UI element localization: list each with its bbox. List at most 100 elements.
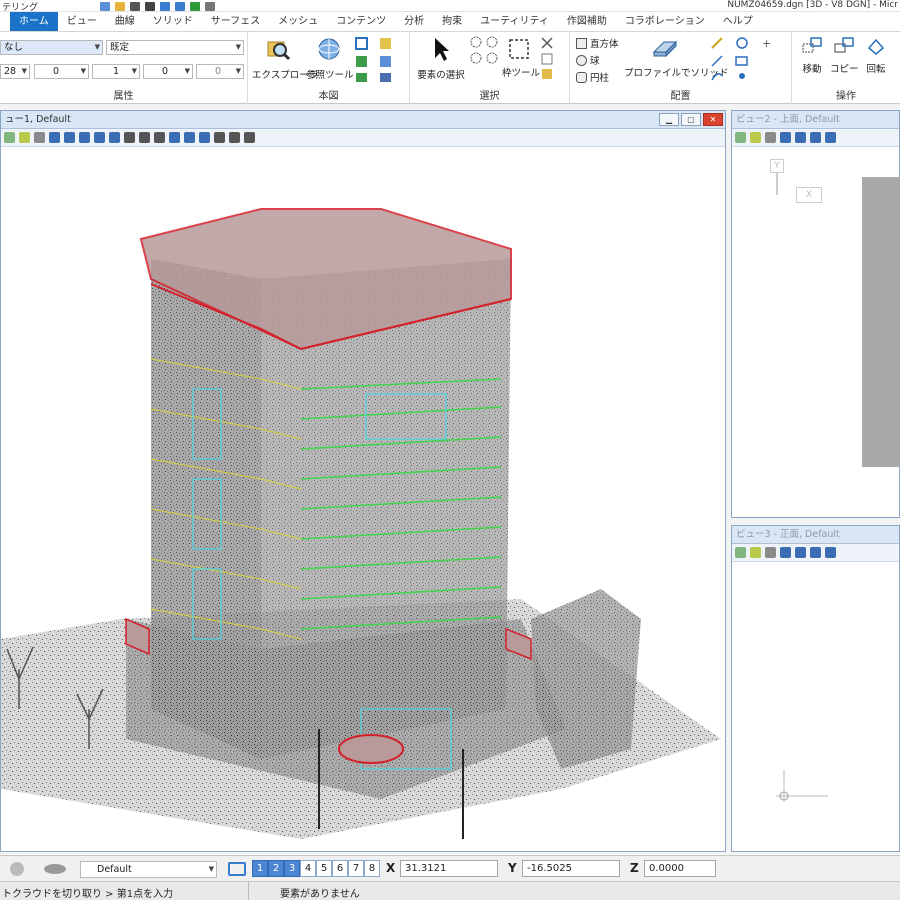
tab-constraints[interactable]: 拘束 bbox=[433, 12, 471, 31]
zoom-in-icon[interactable] bbox=[49, 132, 60, 143]
settings-icon[interactable] bbox=[205, 1, 215, 11]
tab-utilities[interactable]: ユーティリティ bbox=[471, 12, 558, 31]
fence-tool-button[interactable]: 枠ツール bbox=[502, 38, 540, 79]
tab-analyze[interactable]: 分析 bbox=[395, 12, 433, 31]
navigation-circle-icon[interactable] bbox=[10, 862, 24, 876]
clip-mask-icon[interactable] bbox=[199, 132, 210, 143]
profile-solid-button[interactable]: プロファイルでソリッド bbox=[624, 36, 729, 79]
view-3-window[interactable]: ビュー3 - 正面, Default bbox=[731, 525, 900, 852]
y-coordinate-field[interactable]: -16.5025 bbox=[522, 860, 620, 877]
save-icon[interactable] bbox=[130, 1, 140, 11]
linestyle-dropdown[interactable]: 0 ▼ bbox=[34, 64, 89, 79]
display-icon[interactable] bbox=[244, 132, 255, 143]
view-toggle-1[interactable]: 1 bbox=[252, 860, 268, 877]
view-toggle-8[interactable]: 8 bbox=[364, 860, 380, 877]
camera-icon[interactable] bbox=[169, 132, 180, 143]
element-selection-button[interactable]: 要素の選択 bbox=[414, 36, 468, 81]
view-toggle-2[interactable]: 2 bbox=[268, 860, 284, 877]
display-style-icon[interactable] bbox=[19, 132, 30, 143]
workflow-label[interactable]: テリング bbox=[0, 0, 100, 13]
tab-collaborate[interactable]: コラボレーション bbox=[616, 12, 714, 31]
tab-drawing-aids[interactable]: 作図補助 bbox=[558, 12, 616, 31]
view-1-title-bar[interactable]: ュー1, Default ▁ ▢ ✕ bbox=[1, 111, 725, 129]
saved-view-dropdown[interactable]: Default ▼ bbox=[80, 861, 217, 878]
clipboard-icons[interactable] bbox=[538, 34, 568, 82]
view-1-window[interactable]: ュー1, Default ▁ ▢ ✕ bbox=[0, 110, 726, 852]
references-button[interactable]: 参照ツール bbox=[306, 36, 354, 81]
view-groups-icon[interactable] bbox=[228, 862, 246, 876]
point-cloud-canvas[interactable] bbox=[1, 149, 725, 851]
tab-mesh[interactable]: メッシュ bbox=[269, 12, 327, 31]
redo-icon[interactable] bbox=[175, 1, 185, 11]
close-button[interactable]: ✕ bbox=[703, 113, 723, 126]
zoom-out-icon[interactable] bbox=[64, 132, 75, 143]
copy-button[interactable]: コピー bbox=[830, 36, 859, 75]
tab-home[interactable]: ホーム bbox=[10, 12, 58, 31]
update-view-icon[interactable] bbox=[765, 132, 776, 143]
cuboid-button[interactable]: 直方体 bbox=[576, 36, 619, 50]
transparency-field[interactable]: 0 ▼ bbox=[143, 64, 193, 79]
priority-field[interactable]: 0 ▼ bbox=[196, 64, 244, 79]
copy-view-icon[interactable] bbox=[214, 132, 225, 143]
window-area-icon[interactable] bbox=[810, 132, 821, 143]
primary-small-tools[interactable] bbox=[354, 36, 406, 84]
rotate-button[interactable]: 回転 bbox=[862, 36, 890, 75]
pan-view-icon[interactable] bbox=[124, 132, 135, 143]
lineweight-dropdown[interactable]: 1 ▼ bbox=[92, 64, 140, 79]
display-mode-icon[interactable] bbox=[44, 864, 66, 874]
view-2-title-bar[interactable]: ビュー2 - 上面, Default bbox=[732, 111, 899, 129]
tab-solids[interactable]: ソリッド bbox=[144, 12, 202, 31]
view-next-icon[interactable] bbox=[154, 132, 165, 143]
zoom-in-icon[interactable] bbox=[780, 547, 791, 558]
view-toggle-4[interactable]: 4 bbox=[300, 860, 316, 877]
view-attributes-icon[interactable] bbox=[735, 132, 746, 143]
tab-file[interactable] bbox=[0, 12, 10, 31]
view-previous-icon[interactable] bbox=[139, 132, 150, 143]
view-2-window[interactable]: ビュー2 - 上面, Default Y X bbox=[731, 110, 900, 518]
maximize-button[interactable]: ▢ bbox=[681, 113, 701, 126]
view-3-title-bar[interactable]: ビュー3 - 正面, Default bbox=[732, 526, 899, 544]
clip-volume-icon[interactable] bbox=[184, 132, 195, 143]
fit-view-icon[interactable] bbox=[825, 132, 836, 143]
undo-icon[interactable] bbox=[160, 1, 170, 11]
view-toggle-6[interactable]: 6 bbox=[332, 860, 348, 877]
update-view-icon[interactable] bbox=[765, 547, 776, 558]
zoom-out-icon[interactable] bbox=[795, 132, 806, 143]
view-toggle-3[interactable]: 3 bbox=[284, 860, 300, 877]
explorer-button[interactable]: エクスプローラ bbox=[252, 36, 318, 81]
minimize-button[interactable]: ▁ bbox=[659, 113, 679, 126]
color-dropdown[interactable]: 28 ▼ bbox=[0, 64, 30, 79]
z-coordinate-field[interactable]: 0.0000 bbox=[644, 860, 716, 877]
window-area-icon[interactable] bbox=[810, 547, 821, 558]
print-icon[interactable] bbox=[145, 1, 155, 11]
update-view-icon[interactable] bbox=[34, 132, 45, 143]
display-style-icon[interactable] bbox=[750, 132, 761, 143]
x-coordinate-field[interactable]: 31.3121 bbox=[400, 860, 498, 877]
tab-help[interactable]: ヘルプ bbox=[714, 12, 762, 31]
move-button[interactable]: 移動 bbox=[798, 36, 826, 75]
tab-view[interactable]: ビュー bbox=[58, 12, 106, 31]
sphere-button[interactable]: 球 bbox=[576, 53, 600, 67]
filter-icon[interactable] bbox=[229, 132, 240, 143]
fit-view-icon[interactable] bbox=[825, 547, 836, 558]
tab-surfaces[interactable]: サーフェス bbox=[202, 12, 269, 31]
zoom-out-icon[interactable] bbox=[795, 547, 806, 558]
tab-curves[interactable]: 曲線 bbox=[106, 12, 144, 31]
view-attributes-icon[interactable] bbox=[735, 547, 746, 558]
element-template-dropdown[interactable]: 既定 ▼ bbox=[106, 40, 244, 55]
window-area-icon[interactable] bbox=[79, 132, 90, 143]
open-folder-icon[interactable] bbox=[115, 1, 125, 11]
fit-view-icon[interactable] bbox=[94, 132, 105, 143]
view-attributes-icon[interactable] bbox=[4, 132, 15, 143]
rotate-view-icon[interactable] bbox=[109, 132, 120, 143]
level-dropdown[interactable]: なし ▼ bbox=[0, 40, 103, 55]
new-file-icon[interactable] bbox=[100, 1, 110, 11]
pin-icon[interactable] bbox=[190, 1, 200, 11]
view-toggle-7[interactable]: 7 bbox=[348, 860, 364, 877]
zoom-in-icon[interactable] bbox=[780, 132, 791, 143]
tab-content[interactable]: コンテンツ bbox=[327, 12, 395, 31]
view-toggle-5[interactable]: 5 bbox=[316, 860, 332, 877]
selection-mode-icons[interactable] bbox=[468, 34, 504, 74]
draw-tools-icons[interactable]: + bbox=[708, 34, 788, 84]
cylinder-button[interactable]: 円柱 bbox=[576, 70, 609, 84]
